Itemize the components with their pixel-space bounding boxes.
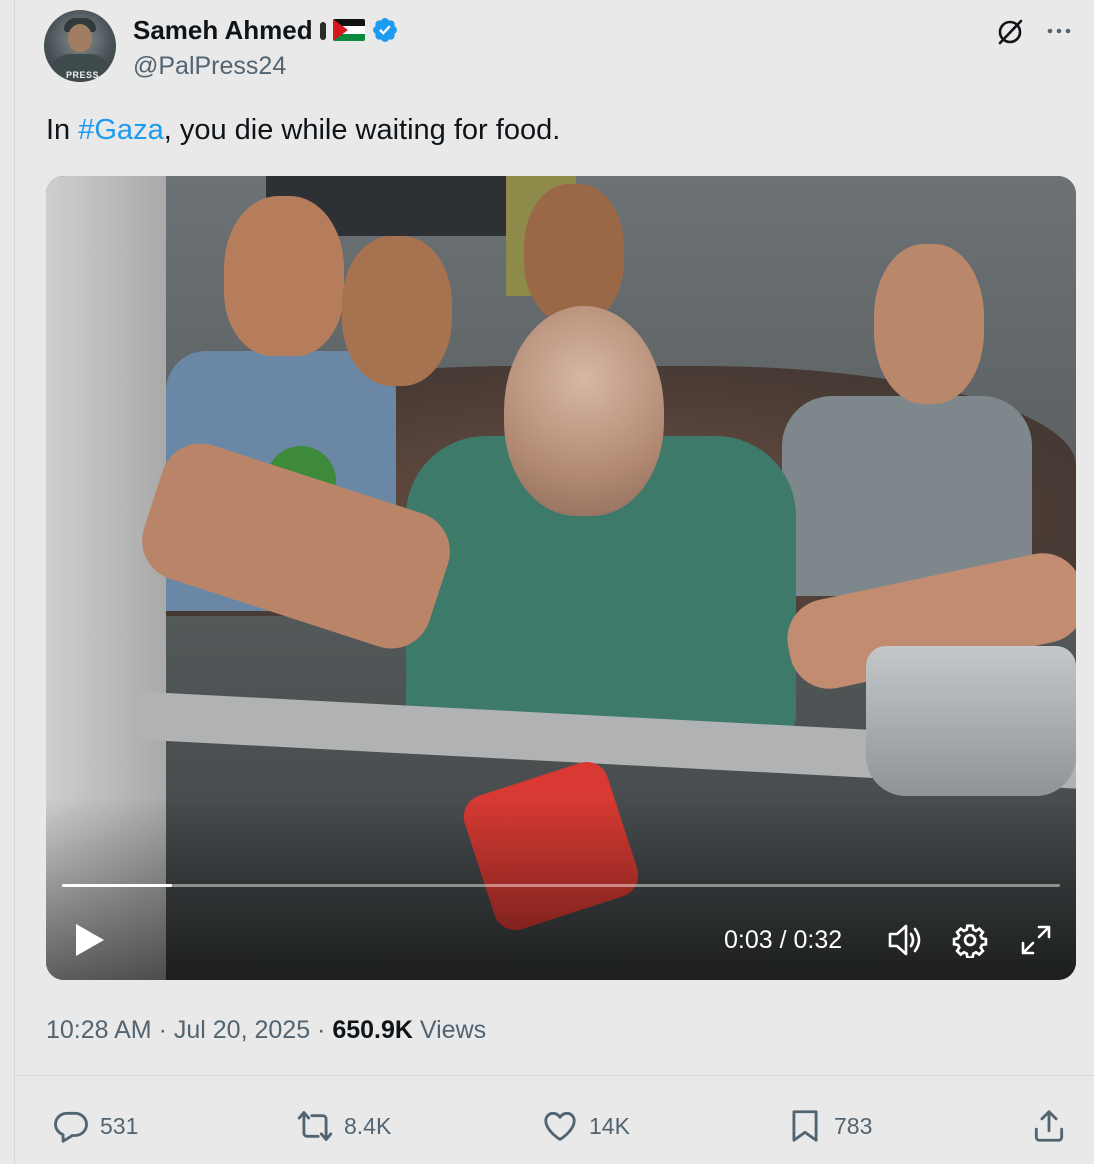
reply-button[interactable]: 531 [52, 1100, 138, 1152]
meta-separator: · [317, 1016, 333, 1044]
tweet-text: In #Gaza, you die while waiting for food… [46, 114, 560, 147]
tweet-text-end: , you die while waiting for food. [163, 114, 561, 146]
settings-icon[interactable] [952, 922, 988, 958]
more-icon[interactable] [1044, 18, 1074, 48]
repost-button[interactable]: 8.4K [296, 1100, 391, 1152]
author-handle[interactable]: @PalPress24 [133, 52, 286, 81]
like-icon [544, 1111, 576, 1141]
video-frame-shape [866, 646, 1076, 796]
fullscreen-icon[interactable] [1018, 922, 1054, 958]
share-icon [1034, 1110, 1064, 1142]
video-frame-shape [342, 236, 452, 386]
bookmark-icon [792, 1110, 818, 1142]
verified-icon[interactable] [371, 16, 399, 44]
volume-icon[interactable] [886, 922, 924, 958]
repost-icon [297, 1111, 333, 1141]
palestine-flag-icon [332, 19, 365, 41]
grok-icon[interactable] [995, 17, 1025, 47]
divider [14, 1075, 1094, 1076]
like-count: 14K [589, 1112, 630, 1139]
reply-count: 531 [100, 1112, 139, 1139]
avatar-press-label: PRESS [66, 70, 100, 80]
hashtag-link[interactable]: #Gaza [78, 114, 163, 146]
video-progress-bar[interactable] [62, 884, 1060, 887]
tweet-meta: 10:28 AM · Jul 20, 2025 · 650.9K Views [46, 1016, 486, 1045]
video-frame-shape [504, 306, 664, 516]
play-icon[interactable] [72, 922, 108, 958]
bookmark-count: 783 [834, 1112, 873, 1139]
share-button[interactable] [1030, 1100, 1068, 1152]
reply-icon [54, 1111, 88, 1143]
author-name-row[interactable]: Sameh Ahmed [133, 14, 399, 46]
video-time: 0:03 / 0:32 [724, 926, 843, 954]
meta-separator: · [158, 1016, 174, 1044]
author-display-name[interactable]: Sameh Ahmed [133, 15, 313, 46]
avatar-face [68, 24, 92, 52]
video-frame-shape [874, 244, 984, 404]
views-label: Views [419, 1016, 487, 1044]
tweet-text-start: In [46, 114, 79, 146]
tweet-time[interactable]: 10:28 AM [46, 1016, 152, 1044]
tweet-actions: 531 8.4K 14K 783 [0, 1100, 1094, 1152]
bookmark-button[interactable]: 783 [786, 1100, 872, 1152]
repost-count: 8.4K [344, 1112, 392, 1139]
watermelon-icon [319, 18, 327, 42]
video-player[interactable]: 0:03 / 0:32 [46, 176, 1076, 980]
video-frame-shape [224, 196, 344, 356]
like-button[interactable]: 14K [541, 1100, 630, 1152]
tweet-date[interactable]: Jul 20, 2025 [174, 1016, 310, 1044]
avatar[interactable]: PRESS [44, 10, 116, 82]
views-count: 650.9K [332, 1016, 413, 1044]
video-progress-fill [62, 884, 172, 887]
column-divider [14, 0, 15, 1164]
video-frame-shape [524, 184, 624, 324]
